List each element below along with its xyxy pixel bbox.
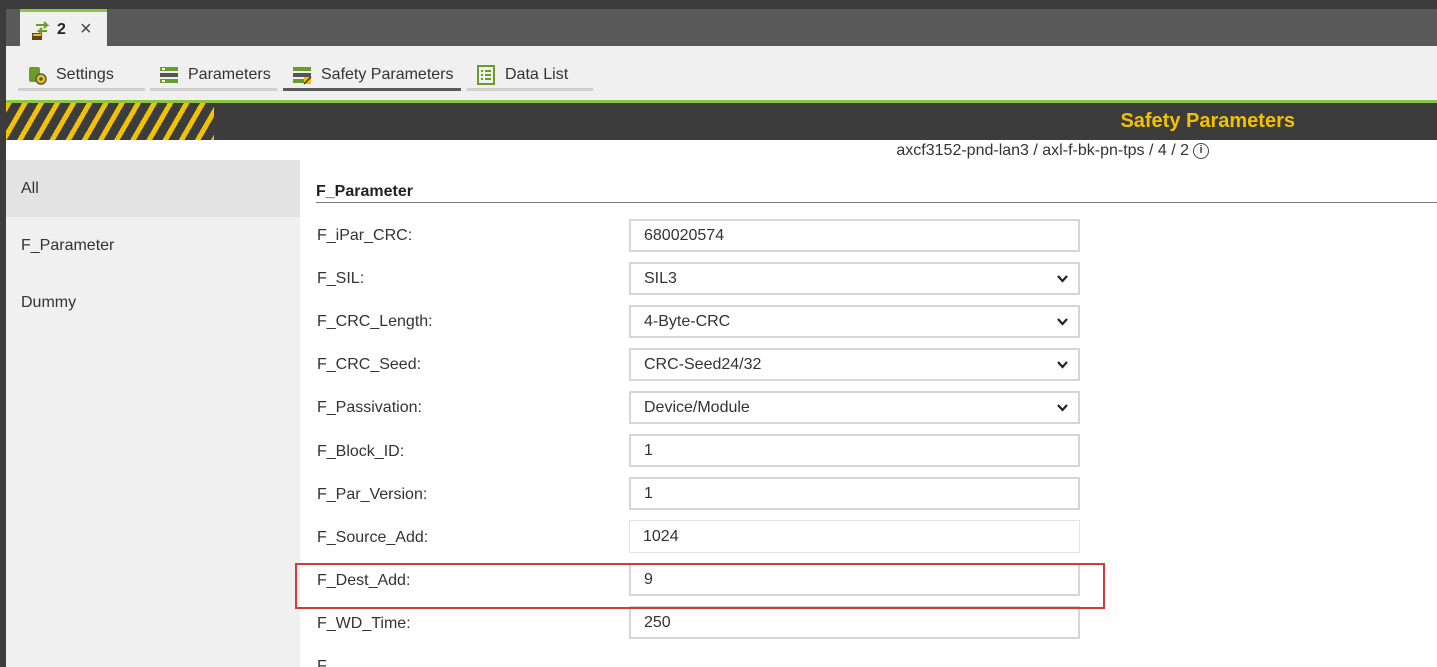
- input-value: 1: [644, 484, 653, 502]
- chevron-down-icon: [1057, 318, 1068, 326]
- select-f-crc-seed[interactable]: CRC-Seed24/32: [629, 348, 1080, 381]
- input-value: 1: [644, 441, 653, 459]
- document-tab[interactable]: 2 ×: [20, 9, 107, 46]
- tab-data-list-label: Data List: [505, 65, 569, 83]
- nav-item-dummy[interactable]: Dummy: [6, 274, 300, 331]
- input-value: 1024: [643, 527, 679, 545]
- select-f-passivation[interactable]: Device/Module: [629, 391, 1080, 424]
- page-title: Safety Parameters: [1120, 110, 1295, 132]
- tab-data-list[interactable]: Data List: [467, 61, 593, 91]
- tab-safety-parameters[interactable]: Safety Parameters: [283, 61, 461, 91]
- input-value: 680020574: [644, 226, 725, 244]
- select-f-crc-length[interactable]: 4-Byte-CRC: [629, 305, 1080, 338]
- select-value: Device/Module: [644, 398, 750, 416]
- next-row-label-partial: F: [317, 658, 327, 667]
- label-f-passivation: F_Passivation:: [317, 399, 422, 416]
- tab-parameters[interactable]: Parameters: [150, 61, 277, 91]
- nav-item-label: All: [21, 179, 39, 197]
- nav-item-all[interactable]: All: [6, 160, 300, 217]
- label-f-crc-length: F_CRC_Length:: [317, 313, 433, 330]
- tab-safety-parameters-label: Safety Parameters: [321, 65, 454, 83]
- safety-parameters-icon: [291, 64, 313, 86]
- label-f-block-id: F_Block_ID:: [317, 443, 405, 460]
- label-f-crc-seed: F_CRC_Seed:: [317, 356, 422, 373]
- section-divider: [316, 202, 1437, 203]
- input-f-par-version[interactable]: 1: [629, 477, 1080, 510]
- input-f-wd-time[interactable]: 250: [629, 606, 1080, 639]
- breadcrumb: axcf3152-pnd-lan3 / axl-f-bk-pn-tps / 4 …: [896, 142, 1209, 160]
- category-nav: All F_Parameter Dummy: [6, 160, 300, 667]
- data-list-icon: [475, 64, 497, 86]
- label-f-par-version: F_Par_Version:: [317, 486, 428, 503]
- highlight-annotation-box: [295, 563, 1105, 609]
- document-tab-title: 2: [57, 21, 66, 38]
- label-f-wd-time: F_WD_Time:: [317, 615, 411, 632]
- input-value: 250: [644, 613, 671, 631]
- section-title: F_Parameter: [316, 183, 413, 200]
- window-tab-strip: 2 ×: [6, 0, 1437, 46]
- select-f-sil[interactable]: SIL3: [629, 262, 1080, 295]
- parameters-list-icon: [158, 64, 180, 86]
- select-value: SIL3: [644, 269, 677, 287]
- editor-tab-bar: Settings Parameters Safety Parameters Da…: [6, 46, 1437, 101]
- label-f-source-add: F_Source_Add:: [317, 529, 429, 546]
- input-f-source-add: 1024: [629, 520, 1080, 553]
- label-f-ipar-crc: F_iPar_CRC:: [317, 227, 413, 244]
- select-value: 4-Byte-CRC: [644, 312, 731, 330]
- info-icon[interactable]: i: [1193, 143, 1209, 159]
- input-f-ipar-crc[interactable]: 680020574: [629, 219, 1080, 252]
- nav-item-f-parameter[interactable]: F_Parameter: [6, 217, 300, 274]
- input-f-block-id[interactable]: 1: [629, 434, 1080, 467]
- device-transfer-icon: [30, 20, 52, 42]
- close-icon[interactable]: ×: [80, 18, 92, 41]
- chevron-down-icon: [1057, 275, 1068, 283]
- breadcrumb-path: axcf3152-pnd-lan3 / axl-f-bk-pn-tps / 4 …: [896, 142, 1189, 159]
- label-f-sil: F_SIL:: [317, 270, 365, 287]
- select-value: CRC-Seed24/32: [644, 355, 762, 373]
- nav-item-label: Dummy: [21, 293, 77, 311]
- settings-gear-icon: [26, 64, 48, 86]
- tab-settings[interactable]: Settings: [18, 61, 145, 91]
- chevron-down-icon: [1057, 404, 1068, 412]
- tab-settings-label: Settings: [56, 65, 114, 83]
- tab-parameters-label: Parameters: [188, 65, 271, 83]
- nav-item-label: F_Parameter: [21, 236, 115, 254]
- chevron-down-icon: [1057, 361, 1068, 369]
